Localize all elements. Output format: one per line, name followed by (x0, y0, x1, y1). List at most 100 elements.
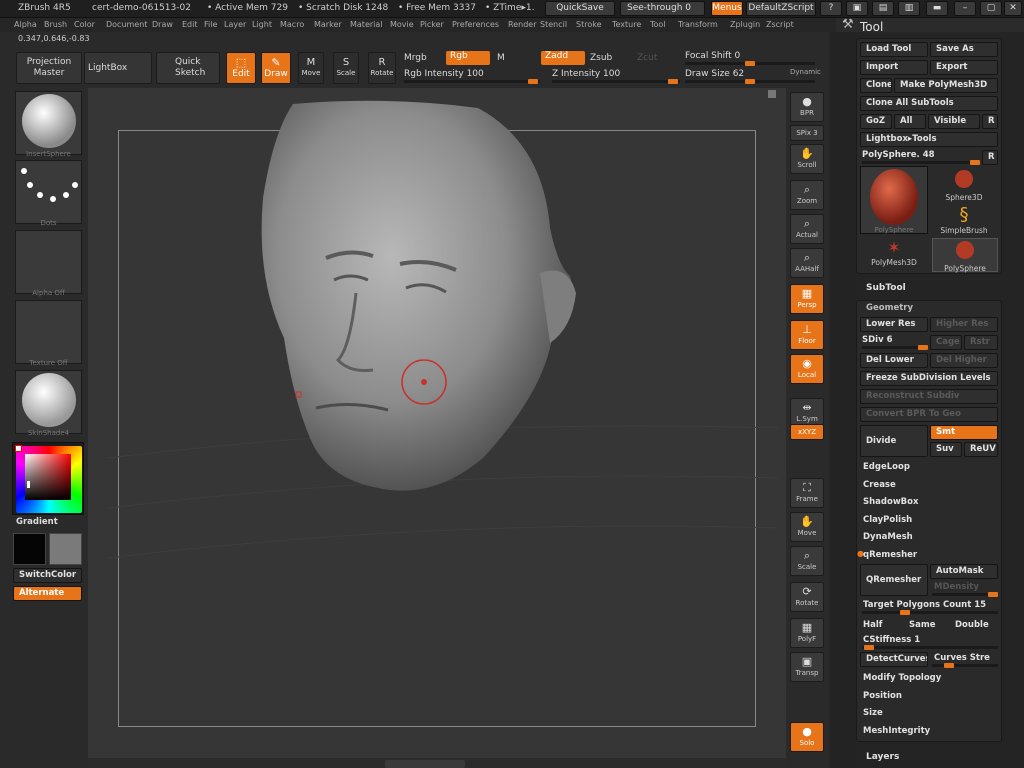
cage-button[interactable]: Cage (930, 335, 962, 350)
shelf-xxyz-button[interactable]: xXYZ (790, 424, 824, 440)
sdiv-thumb[interactable] (918, 345, 928, 350)
goz-button[interactable]: GoZ (860, 114, 892, 129)
z-intensity-slider[interactable] (552, 79, 680, 84)
texture-thumbnail[interactable] (15, 300, 82, 364)
convert-bpr-button[interactable]: Convert BPR To Geo (860, 407, 998, 422)
higher-res-button[interactable]: Higher Res (930, 317, 998, 332)
suv-button[interactable]: Suv (930, 442, 962, 457)
menu-transform[interactable]: Transform (678, 20, 718, 29)
mdensity-slider[interactable] (932, 592, 998, 597)
geometry-header[interactable]: Geometry (866, 303, 913, 313)
lock-icon[interactable]: ▬ (926, 1, 948, 16)
draw-button[interactable]: ✎ Draw (261, 52, 291, 84)
shadowbox-header[interactable]: ShadowBox (863, 497, 919, 507)
focal-shift-slider[interactable] (685, 61, 815, 66)
help-icon[interactable]: ? (820, 1, 842, 16)
bottom-shelf-handle[interactable] (385, 760, 465, 768)
gradient-button[interactable]: Gradient (16, 517, 58, 527)
layout3-icon[interactable]: ▥ (898, 1, 920, 16)
rgb-intensity-slider[interactable] (404, 79, 540, 84)
menu-preferences[interactable]: Preferences (452, 20, 499, 29)
dynamic-button[interactable]: Dynamic (790, 68, 821, 76)
goz-r-button[interactable]: R (982, 114, 998, 129)
menu-picker[interactable]: Picker (420, 20, 444, 29)
menu-marker[interactable]: Marker (314, 20, 342, 29)
shelf-floor-button[interactable]: ⊥ Floor (790, 320, 824, 350)
quick-sketch-button[interactable]: Quick Sketch (156, 52, 220, 84)
polysphere-thumb[interactable] (970, 160, 980, 165)
freeze-subdiv-button[interactable]: Freeze SubDivision Levels (860, 371, 998, 386)
default-zscript-button[interactable]: DefaultZScript (746, 1, 816, 16)
shelf-spix-3-button[interactable]: SPix 3 (790, 125, 824, 141)
projection-master-button[interactable]: Projection Master (16, 52, 82, 84)
shelf-transp-button[interactable]: ▣ Transp (790, 652, 824, 682)
menu-brush[interactable]: Brush (44, 20, 67, 29)
qremesher-header[interactable]: qRemesher (863, 550, 917, 560)
menu-light[interactable]: Light (252, 20, 272, 29)
menu-draw[interactable]: Draw (152, 20, 173, 29)
menu-color[interactable]: Color (74, 20, 95, 29)
menu-tool[interactable]: Tool (650, 20, 666, 29)
qremesher-button[interactable]: QRemesher (860, 564, 928, 596)
polysphere-slider[interactable] (862, 160, 980, 165)
claypolish-header[interactable]: ClayPolish (863, 515, 912, 525)
menu-movie[interactable]: Movie (390, 20, 414, 29)
smt-toggle[interactable]: Smt (930, 425, 998, 440)
quicksave-button[interactable]: QuickSave (545, 1, 615, 16)
tool-polymesh3d[interactable]: ✶ PolyMesh3D (862, 238, 926, 272)
menu-edit[interactable]: Edit (182, 20, 198, 29)
layers-header[interactable]: Layers (866, 752, 899, 762)
lightbox-tools-button[interactable]: Lightbox▸Tools (860, 132, 998, 147)
zcut-button[interactable]: Zcut (637, 53, 657, 63)
menu-material[interactable]: Material (350, 20, 383, 29)
tool-simplebrush[interactable]: § SimpleBrush (932, 204, 996, 238)
rgb-intensity-thumb[interactable] (528, 79, 538, 84)
reconstruct-subdiv-button[interactable]: Reconstruct Subdiv (860, 389, 998, 404)
reuv-button[interactable]: ReUV (964, 442, 998, 457)
make-polymesh-button[interactable]: Make PolyMesh3D (894, 78, 998, 93)
shelf-actual-button[interactable]: ⌕ Actual (790, 214, 824, 244)
stroke-thumbnail[interactable] (15, 160, 82, 224)
move-button[interactable]: M Move (298, 52, 324, 84)
mrgb-button[interactable]: Mrgb (404, 53, 427, 63)
curves-strength-thumb[interactable] (944, 663, 954, 668)
z-intensity-thumb[interactable] (668, 79, 678, 84)
shelf-move-button[interactable]: ✋ Move (790, 512, 824, 542)
zadd-button[interactable]: Zadd (541, 51, 585, 65)
shelf-rotate-button[interactable]: ⟳ Rotate (790, 582, 824, 612)
polysphere-r-button[interactable]: R (982, 150, 998, 165)
curves-strength-slider[interactable] (932, 663, 998, 668)
detect-curves-button[interactable]: DetectCurves (860, 652, 928, 667)
menu-layer[interactable]: Layer (224, 20, 246, 29)
meshintegrity-header[interactable]: MeshIntegrity (863, 726, 930, 736)
layout2-icon[interactable]: ▤ (872, 1, 894, 16)
head-model[interactable] (88, 88, 786, 758)
menu-zscript[interactable]: Zscript (766, 20, 794, 29)
menu-document[interactable]: Document (106, 20, 147, 29)
switchcolor-button[interactable]: SwitchColor (13, 568, 82, 583)
draw-size-slider[interactable] (685, 79, 815, 84)
shelf-bpr-button[interactable]: ● BPR (790, 92, 824, 122)
minimize-icon[interactable]: – (954, 1, 976, 16)
tool-polysphere[interactable]: PolySphere (932, 238, 998, 273)
shelf-polyf-button[interactable]: ▦ PolyF (790, 618, 824, 648)
shelf-aahalf-button[interactable]: ⌕ AAHalf (790, 248, 824, 278)
save-as-button[interactable]: Save As (930, 42, 998, 57)
same-button[interactable]: Same (909, 620, 935, 630)
edit-button[interactable]: ⬚ Edit (226, 52, 256, 84)
main-color-swatch[interactable] (13, 533, 46, 565)
shelf-persp-button[interactable]: ▦ Persp (790, 284, 824, 314)
rstr-button[interactable]: Rstr (964, 335, 998, 350)
cstiffness-slider[interactable] (862, 645, 998, 650)
clone-all-subtools-button[interactable]: Clone All SubTools (860, 96, 998, 111)
size-header[interactable]: Size (863, 708, 883, 718)
tool-current-thumb[interactable] (860, 166, 928, 234)
secondary-color-swatch[interactable] (49, 533, 82, 565)
zsub-button[interactable]: Zsub (590, 53, 612, 63)
menu-zplugin[interactable]: Zplugin (730, 20, 760, 29)
automask-button[interactable]: AutoMask (930, 564, 998, 579)
menu-texture[interactable]: Texture (612, 20, 641, 29)
import-button[interactable]: Import (860, 60, 928, 75)
menu-macro[interactable]: Macro (280, 20, 304, 29)
alpha-thumbnail[interactable] (15, 230, 82, 294)
